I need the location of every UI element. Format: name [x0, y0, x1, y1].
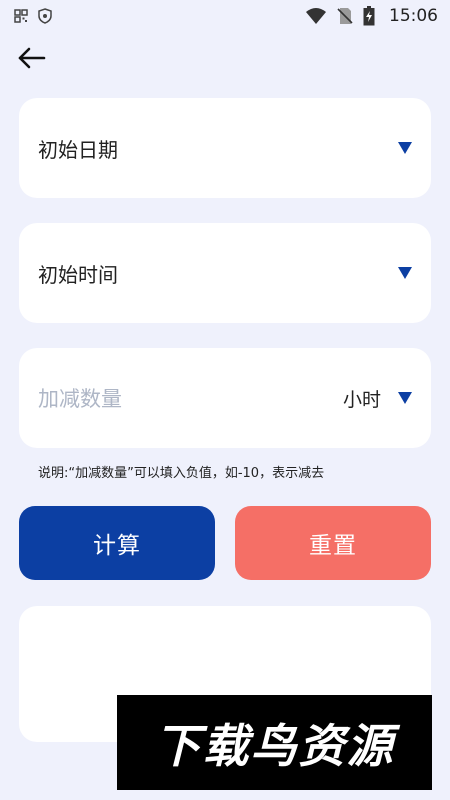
dropdown-triangle-icon: [398, 392, 412, 404]
start-time-selector[interactable]: 初始时间: [19, 223, 431, 323]
reset-button[interactable]: 重置: [235, 506, 431, 580]
unit-label: 小时: [342, 388, 381, 411]
status-time: 15:06: [389, 6, 438, 26]
shield-icon: [38, 8, 52, 24]
start-date-selector[interactable]: 初始日期: [19, 98, 431, 198]
dropdown-triangle-icon: [398, 142, 412, 154]
status-bar: 15:06: [0, 0, 450, 32]
watermark-text: 下载鸟资源: [154, 718, 395, 773]
dropdown-triangle-icon: [398, 267, 412, 279]
no-sim-icon: [337, 8, 353, 24]
amount-card: 加减数量 小时: [19, 348, 431, 448]
wifi-icon: [306, 8, 326, 24]
instruction-note: 说明:“加减数量”可以填入负值，如-10，表示减去: [38, 466, 325, 481]
calculate-button[interactable]: 计算: [19, 506, 215, 580]
amount-input[interactable]: 加减数量: [38, 383, 122, 413]
watermark-logo: 下载鸟资源: [117, 695, 432, 790]
start-time-label: 初始时间: [38, 262, 118, 287]
status-left: [14, 8, 52, 24]
battery-charging-icon: [363, 6, 375, 26]
notification-icon: [14, 9, 28, 23]
status-right: 15:06: [305, 6, 438, 26]
start-date-label: 初始日期: [38, 137, 118, 162]
unit-selector[interactable]: 小时: [343, 385, 413, 412]
arrow-left-icon[interactable]: [16, 42, 48, 74]
